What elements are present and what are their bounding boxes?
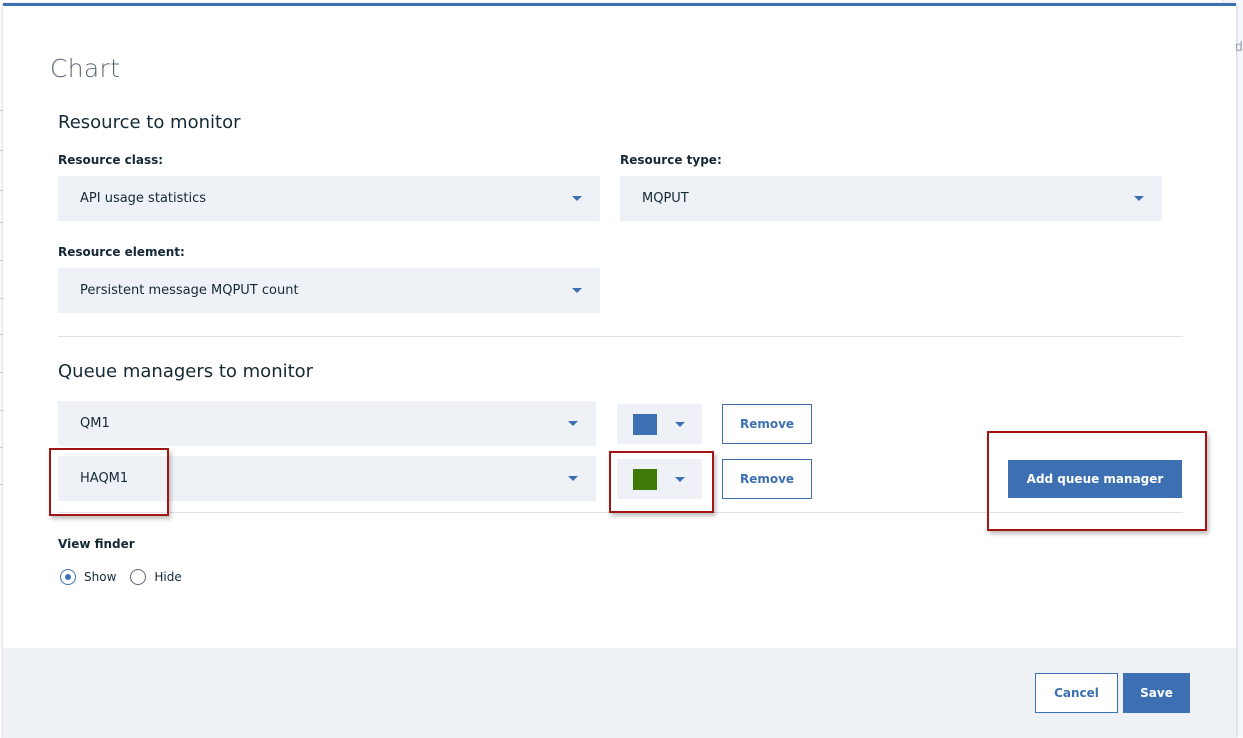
queue-manager-value: HAQM1: [80, 471, 129, 486]
resource-element-label: Resource element:: [58, 245, 185, 259]
series-color-select[interactable]: [617, 459, 702, 499]
resource-type-value: MQPUT: [642, 191, 689, 206]
resource-element-select[interactable]: Persistent message MQPUT count: [58, 268, 600, 313]
chevron-down-icon: [568, 476, 578, 481]
section-divider: [58, 336, 1183, 337]
queue-manager-select[interactable]: QM1: [58, 401, 596, 446]
cancel-button[interactable]: Cancel: [1035, 673, 1118, 713]
remove-button[interactable]: Remove: [722, 459, 812, 499]
queue-manager-value: QM1: [80, 416, 110, 431]
resource-class-select[interactable]: API usage statistics: [58, 176, 600, 221]
queue-manager-select[interactable]: HAQM1: [58, 456, 596, 501]
dialog-title: Chart: [50, 54, 121, 83]
resource-section-title: Resource to monitor: [58, 112, 241, 133]
save-button[interactable]: Save: [1123, 673, 1190, 713]
color-swatch: [633, 469, 657, 490]
resource-element-value: Persistent message MQPUT count: [80, 283, 299, 298]
resource-type-select[interactable]: MQPUT: [620, 176, 1162, 221]
queue-managers-section-title: Queue managers to monitor: [58, 361, 314, 382]
remove-button[interactable]: Remove: [722, 404, 812, 444]
resource-class-label: Resource class:: [58, 153, 164, 167]
view-finder-label: View finder: [58, 537, 135, 551]
section-divider: [58, 512, 1183, 513]
chevron-down-icon: [1134, 196, 1144, 201]
radio-show-label: Show: [84, 570, 117, 584]
view-finder-radio-group: Show Hide: [60, 569, 196, 585]
chevron-down-icon: [572, 196, 582, 201]
add-queue-manager-button[interactable]: Add queue manager: [1008, 460, 1182, 498]
dialog-footer: Cancel Save: [3, 648, 1236, 738]
chart-dialog: Chart Resource to monitor Resource class…: [3, 3, 1236, 738]
resource-class-value: API usage statistics: [80, 191, 207, 206]
radio-hide-label: Hide: [154, 570, 182, 584]
radio-show[interactable]: [60, 569, 76, 585]
radio-hide[interactable]: [130, 569, 147, 585]
series-color-select[interactable]: [617, 404, 702, 444]
chevron-down-icon: [572, 288, 582, 293]
chevron-down-icon: [675, 477, 685, 482]
chevron-down-icon: [675, 422, 685, 427]
chevron-down-icon: [568, 421, 578, 426]
color-swatch: [633, 414, 657, 435]
resource-type-label: Resource type:: [620, 153, 722, 167]
